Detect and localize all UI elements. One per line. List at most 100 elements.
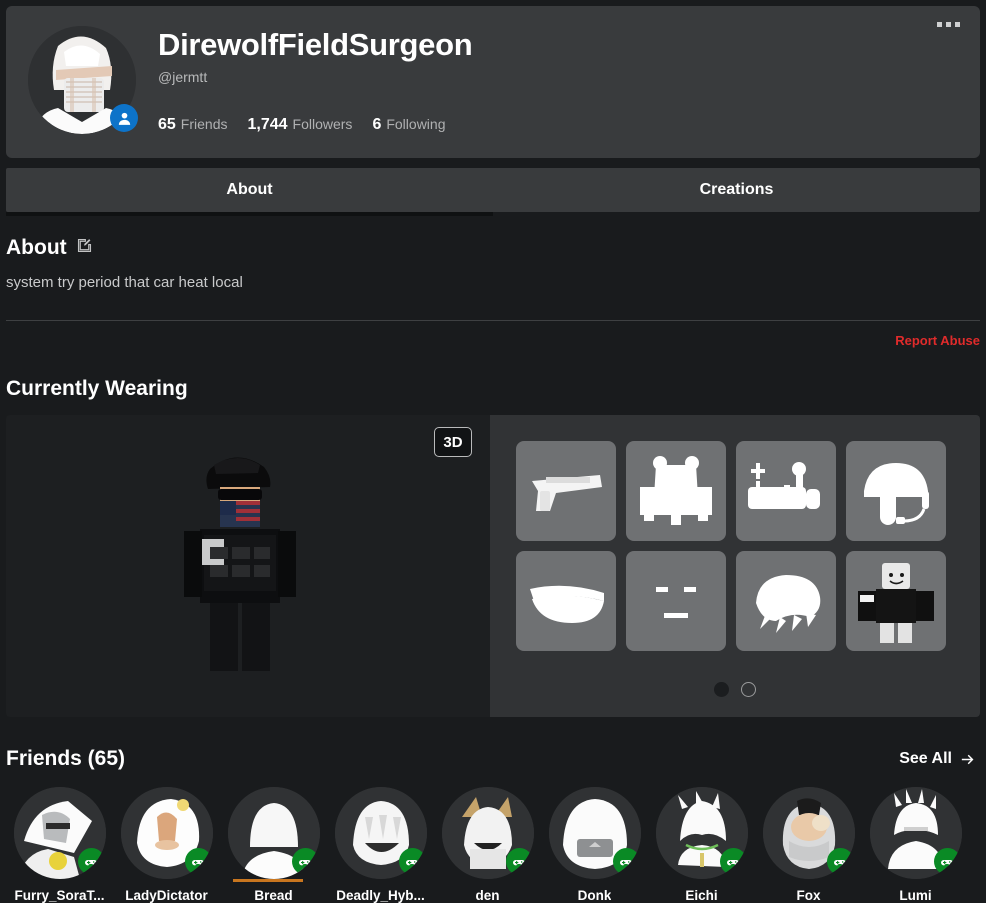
friend-avatar (549, 787, 641, 879)
friend-card[interactable]: Fox (755, 787, 862, 903)
friend-avatar (870, 787, 962, 879)
friend-card[interactable]: den (434, 787, 541, 903)
friends-label: Friends (181, 116, 228, 132)
friend-card[interactable]: Bread (220, 787, 327, 903)
item-sunglasses[interactable] (516, 551, 616, 651)
about-heading: About (6, 236, 67, 260)
view-3d-button[interactable]: 3D (434, 427, 472, 457)
friend-name: Furry_SoraT... (14, 888, 104, 903)
profile-stats: 65Friends 1,744 Followers 6 Following (158, 116, 472, 134)
item-hair[interactable] (736, 551, 836, 651)
friend-name: Fox (796, 888, 820, 903)
item-helmet-headset[interactable] (846, 441, 946, 541)
dot (937, 22, 942, 27)
friend-card[interactable]: Donk (541, 787, 648, 903)
items-pagination (490, 682, 980, 697)
friend-name: Eichi (685, 888, 717, 903)
worn-items-panel (490, 415, 980, 717)
tab-about-label: About (226, 181, 272, 199)
dot (946, 22, 951, 27)
avatar-viewer[interactable]: 3D (6, 415, 490, 717)
report-row: Report Abuse (6, 333, 980, 348)
gamepad-icon (185, 848, 212, 875)
about-description: system try period that car heat local (6, 274, 980, 291)
gamepad-icon (506, 848, 533, 875)
item-tactical-vest[interactable] (626, 441, 726, 541)
avatar-3d-render (6, 415, 490, 717)
hair-icon (736, 551, 836, 651)
item-avatar-outfit[interactable] (846, 551, 946, 651)
more-options-icon[interactable] (937, 22, 960, 27)
profile-info: DirewolfFieldSurgeon @jermtt 65Friends 1… (136, 24, 472, 134)
friend-avatar (14, 787, 106, 879)
friend-avatar (228, 787, 320, 879)
tab-creations-label: Creations (700, 181, 774, 199)
tactical-vest-icon (626, 441, 726, 541)
stat-following[interactable]: 6 Following (372, 116, 445, 134)
friend-name: Bread (254, 888, 292, 903)
friends-list: Furry_SoraT... LadyDictator (6, 787, 980, 903)
gamepad-icon (613, 848, 640, 875)
friend-avatar (121, 787, 213, 879)
gamepad-icon (827, 848, 854, 875)
friend-card[interactable]: Eichi (648, 787, 755, 903)
see-all-friends-button[interactable]: See All (899, 750, 980, 768)
item-pistol[interactable] (516, 441, 616, 541)
person-icon (110, 104, 138, 132)
friend-card[interactable]: Furry_SoraT... (6, 787, 113, 903)
dot (955, 22, 960, 27)
friend-name: LadyDictator (125, 888, 208, 903)
sunglasses-icon (516, 551, 616, 651)
tab-about[interactable]: About (6, 168, 493, 212)
friend-avatar (763, 787, 855, 879)
friend-card[interactable]: Deadly_Hyb... (327, 787, 434, 903)
report-abuse-link[interactable]: Report Abuse (895, 333, 980, 348)
gear-pack-icon (736, 441, 836, 541)
edit-pencil-icon[interactable] (76, 237, 93, 259)
item-gear-pack[interactable] (736, 441, 836, 541)
profile-tabs: About Creations (6, 168, 980, 212)
friend-name: den (475, 888, 499, 903)
currently-wearing-panel: 3D (6, 415, 980, 717)
followers-count: 1,744 (247, 116, 287, 133)
friend-name: Donk (578, 888, 612, 903)
avatar-outfit-icon (846, 551, 946, 651)
see-all-label: See All (899, 750, 952, 768)
friend-avatar (656, 787, 748, 879)
profile-avatar[interactable] (28, 26, 136, 134)
display-name: DirewolfFieldSurgeon (158, 28, 472, 62)
pistol-icon (516, 441, 616, 541)
friend-avatar (442, 787, 534, 879)
following-label: Following (386, 116, 445, 132)
about-header: About (6, 236, 980, 260)
friend-card[interactable]: LadyDictator (113, 787, 220, 903)
section-divider (6, 320, 980, 321)
friend-name: Deadly_Hyb... (336, 888, 425, 903)
profile-header: DirewolfFieldSurgeon @jermtt 65Friends 1… (6, 6, 980, 158)
worn-items-grid (516, 441, 954, 651)
helmet-headset-icon (846, 441, 946, 541)
following-count: 6 (372, 116, 381, 133)
pagination-dot-2[interactable] (741, 682, 756, 697)
friends-header: Friends (65) See All (6, 747, 980, 771)
arrow-right-icon (959, 751, 976, 768)
friend-card[interactable]: Lumi (862, 787, 969, 903)
gamepad-icon (292, 848, 319, 875)
gamepad-icon (78, 848, 105, 875)
gamepad-icon (720, 848, 747, 875)
gamepad-icon (399, 848, 426, 875)
stat-friends[interactable]: 65Friends (158, 116, 227, 134)
gamepad-icon (934, 848, 961, 875)
item-face[interactable] (626, 551, 726, 651)
pagination-dot-1[interactable] (714, 682, 729, 697)
stat-followers[interactable]: 1,744 Followers (247, 116, 352, 134)
friend-avatar (335, 787, 427, 879)
username-handle: @jermtt (158, 69, 472, 85)
currently-wearing-heading: Currently Wearing (6, 377, 980, 401)
followers-label: Followers (293, 116, 353, 132)
friend-name: Lumi (899, 888, 931, 903)
main-content: About system try period that car heat lo… (0, 236, 986, 903)
face-icon (626, 551, 726, 651)
tab-creations[interactable]: Creations (493, 168, 980, 212)
friends-heading: Friends (65) (6, 747, 125, 771)
